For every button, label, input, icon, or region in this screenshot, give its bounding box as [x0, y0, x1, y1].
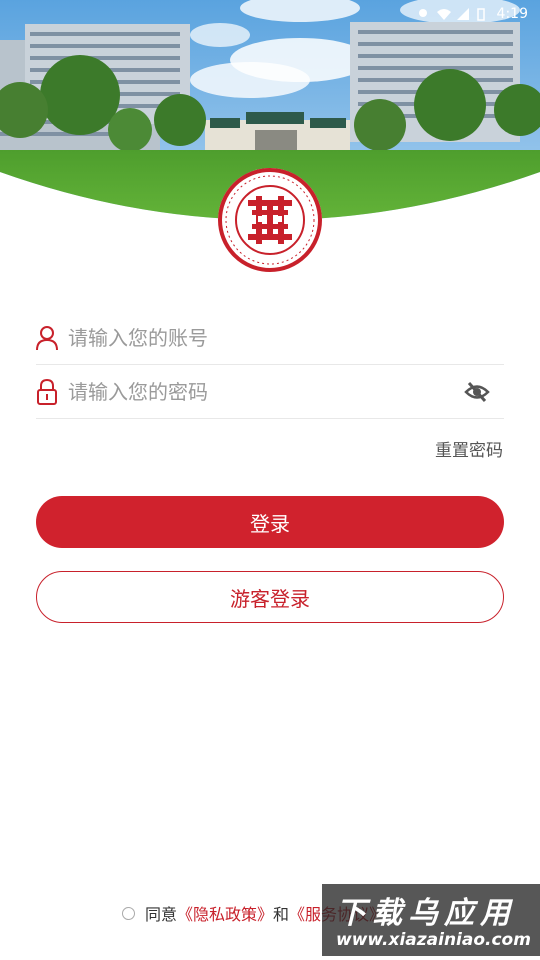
agree-radio[interactable] [122, 906, 135, 920]
reset-password-link[interactable]: 重置密码 [435, 436, 503, 461]
status-time: 4:19 [496, 6, 528, 22]
college-logo [216, 166, 324, 274]
agree-prefix: 同意 [145, 905, 178, 924]
privacy-policy-link[interactable]: 《隐私政策》 [177, 901, 273, 925]
location-icon [417, 8, 429, 20]
watermark-url: www.xiazainiao.com [336, 930, 531, 950]
account-field [36, 311, 504, 365]
lock-icon [36, 378, 58, 405]
wifi-icon [436, 8, 451, 20]
guest-login-button[interactable]: 游客登录 [36, 571, 504, 623]
password-field [36, 365, 504, 419]
signal-icon [456, 8, 469, 20]
watermark-title: 下载乌应用 [336, 896, 516, 931]
status-bar: 4:19 [0, 0, 540, 28]
login-button[interactable]: 登录 [36, 496, 504, 548]
user-icon [36, 325, 58, 351]
eye-off-icon[interactable] [464, 379, 490, 405]
account-input[interactable] [66, 324, 504, 351]
password-input[interactable] [66, 378, 464, 405]
agree-and: 和 [273, 905, 290, 924]
battery-icon [476, 8, 489, 21]
download-watermark: 下载乌应用 www.xiazainiao.com [322, 884, 540, 956]
